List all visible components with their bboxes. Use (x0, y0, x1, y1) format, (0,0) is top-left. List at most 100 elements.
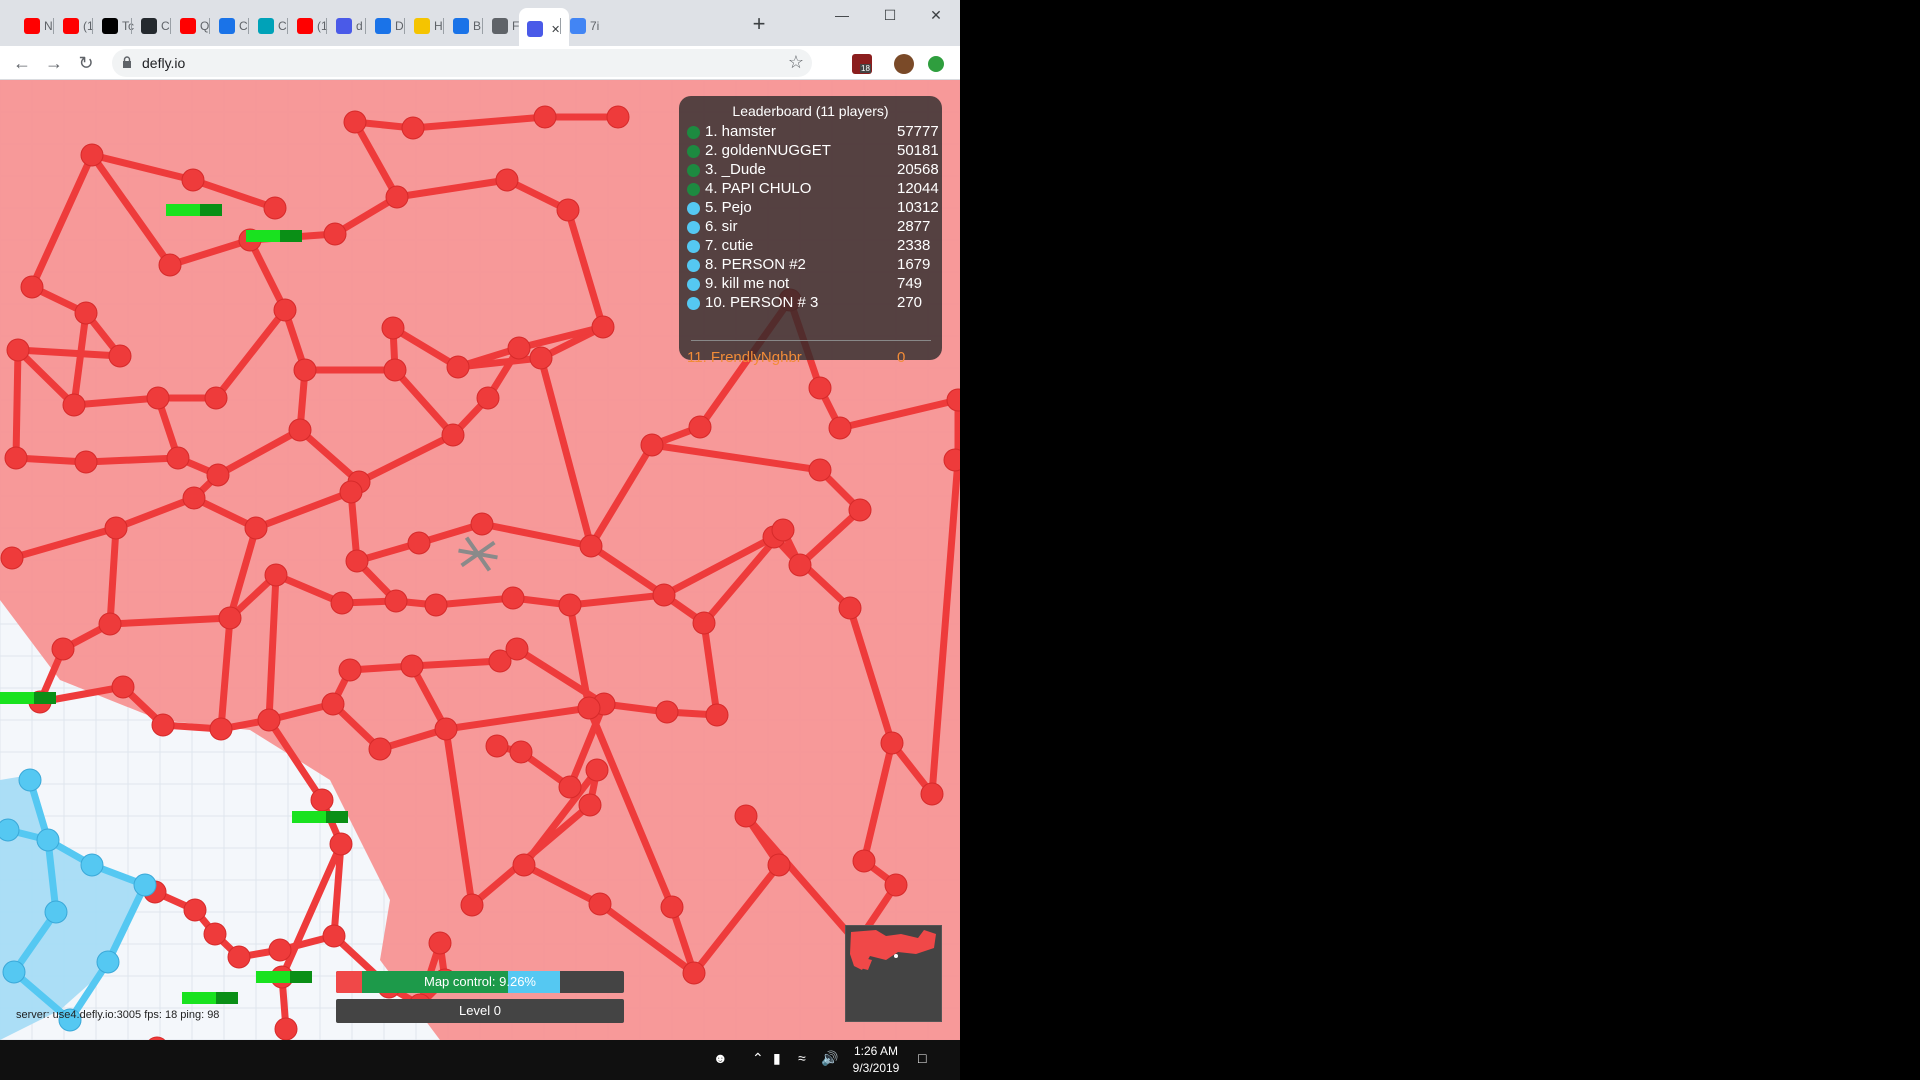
tower-node (852, 849, 876, 873)
tower-node (368, 737, 392, 761)
tower-node (322, 924, 346, 948)
people-icon[interactable]: ☻ (713, 1050, 728, 1066)
game-canvas[interactable]: Leaderboard (11 players) 1. hamster 57777… (0, 80, 960, 1040)
action-center-icon[interactable]: □ (918, 1050, 926, 1066)
tab-separator (482, 18, 483, 34)
browser-tab[interactable]: 7i (564, 14, 599, 38)
tower-node (257, 708, 281, 732)
extension-icon[interactable]: 18 (852, 54, 872, 74)
level-label: Level 0 (459, 1003, 501, 1018)
wall-line (82, 454, 182, 466)
tower-node (470, 512, 494, 536)
wifi-icon[interactable]: ≈ (798, 1050, 806, 1066)
tab-label: Tc (122, 19, 134, 33)
new-tab-button[interactable]: + (748, 13, 770, 36)
battery-icon[interactable]: ▮ (773, 1050, 781, 1067)
tower-node (273, 298, 297, 322)
tower-node (880, 731, 904, 755)
tab-separator (560, 18, 561, 34)
team-dot-icon (687, 240, 700, 253)
tower-node (323, 222, 347, 246)
enemy-tower-node (0, 818, 20, 842)
tower-node (848, 498, 872, 522)
player-name: 6. sir (705, 218, 738, 235)
leaderboard-title: Leaderboard (11 players) (732, 103, 889, 119)
tower-node (111, 675, 135, 699)
browser-tab[interactable]: d (330, 14, 363, 38)
clock-date: 9/3/2019 (852, 1061, 900, 1075)
tower-node (218, 606, 242, 630)
tower-node (585, 758, 609, 782)
back-button[interactable]: ← (11, 52, 33, 74)
reload-button[interactable]: ↻ (75, 52, 97, 74)
p-icon (453, 18, 469, 34)
tower-node (274, 1017, 298, 1040)
volume-icon[interactable]: 🔊 (821, 1050, 838, 1067)
health-bar-fill (182, 992, 216, 1004)
minimap (845, 925, 942, 1022)
forward-button[interactable]: → (43, 52, 65, 74)
tower-node (485, 734, 509, 758)
tower-node (401, 116, 425, 140)
browser-tab[interactable]: D (369, 14, 404, 38)
player-name: 1. hamster (705, 123, 776, 140)
tower-node (329, 832, 353, 856)
tab-separator (326, 18, 327, 34)
tower-node (385, 185, 409, 209)
tab-label: H (434, 19, 443, 33)
update-icon[interactable] (928, 56, 944, 72)
tab-label: d (356, 19, 363, 33)
browser-tab[interactable]: ✕ (519, 8, 569, 50)
bookmark-star-icon[interactable]: ☆ (788, 52, 804, 73)
tower-node (158, 253, 182, 277)
tab-separator (443, 18, 444, 34)
team-dot-icon (687, 183, 700, 196)
browser-tab[interactable]: Q (174, 14, 209, 38)
player-score: 20568 (897, 161, 939, 178)
tower-node (263, 196, 287, 220)
system-clock[interactable]: 1:26 AM 9/3/2019 (846, 1043, 906, 1077)
close-tab-icon[interactable]: ✕ (551, 23, 560, 36)
leaderboard-row: 5. Pejo 10312 (687, 199, 939, 218)
tower-node (244, 516, 268, 540)
tower-node (80, 143, 104, 167)
minimize-button[interactable]: — (828, 4, 856, 26)
browser-tab[interactable]: Tc (96, 14, 134, 38)
player-score: 2877 (897, 218, 931, 235)
browser-tab[interactable]: C (252, 14, 287, 38)
tab-separator (92, 18, 93, 34)
browser-tab[interactable]: (1 (291, 14, 328, 38)
player-name: 3. _Dude (705, 161, 766, 178)
tab-separator (209, 18, 210, 34)
player-name: 10. PERSON # 3 (705, 294, 819, 311)
tower-node (338, 658, 362, 682)
tower-node (808, 458, 832, 482)
browser-tab[interactable]: N (18, 14, 53, 38)
tower-node (151, 713, 175, 737)
browser-tab[interactable]: Fr (486, 14, 523, 38)
tower-node (771, 518, 795, 542)
tower-node (51, 637, 75, 661)
browser-tab[interactable]: (1 (57, 14, 94, 38)
k-icon (219, 18, 235, 34)
leaderboard-row: 6. sir 2877 (687, 218, 935, 237)
browser-tab[interactable]: C (135, 14, 170, 38)
tower-node (339, 480, 363, 504)
close-window-button[interactable]: ✕ (922, 4, 950, 26)
p-icon (375, 18, 391, 34)
tower-node (655, 700, 679, 724)
show-hidden-icons-button[interactable]: ⌃ (752, 1050, 764, 1067)
browser-toolbar: ← → ↻ defly.io ☆ 18 (0, 46, 960, 80)
maximize-button[interactable]: ☐ (876, 4, 904, 26)
browser-tab[interactable]: C (213, 14, 248, 38)
tab-separator (365, 18, 366, 34)
player-score: 2338 (897, 237, 931, 254)
youtube-icon (180, 18, 196, 34)
tower-node (640, 433, 664, 457)
address-bar[interactable]: defly.io ☆ (112, 49, 812, 77)
profile-avatar[interactable] (894, 54, 914, 74)
tower-node (688, 415, 712, 439)
browser-tab[interactable]: H (408, 14, 443, 38)
browser-tab[interactable]: B (447, 14, 481, 38)
server-stats: server: use4.defly.io:3005 fps: 18 ping:… (16, 1009, 220, 1021)
